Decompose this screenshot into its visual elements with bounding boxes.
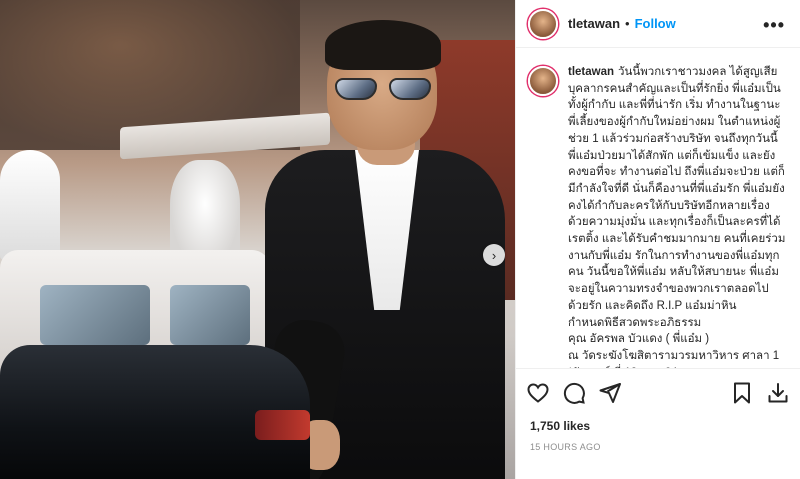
post-actions-section: 1,750 likes 15 HOURS AGO [516,368,800,479]
hair [325,20,441,70]
caption-section: tletawan วันนี้พวกเราชาวมงคล ได้สูญเสียบุ… [516,48,800,368]
post-timestamp[interactable]: 15 HOURS AGO [530,442,601,452]
car-taillight [255,410,310,440]
background-tower [0,150,60,260]
comment-icon[interactable] [562,381,588,407]
vehicle-window [170,285,250,345]
download-icon[interactable] [766,381,792,407]
avatar[interactable] [528,8,558,39]
caption-text: วันนี้พวกเราชาวมงคล ได้สูญเสียบุคลากรคนส… [568,66,786,368]
post-header: tletawan • Follow ••• [516,0,800,48]
vehicle-window [40,285,150,345]
post-photo[interactable]: › [0,0,515,479]
sunglasses [335,78,431,100]
chevron-right-icon[interactable]: › [483,244,505,266]
header-separator: • [625,16,630,31]
caption-username-link[interactable]: tletawan [568,66,614,78]
likes-count[interactable]: 1,750 likes [530,419,590,433]
post-caption: tletawan วันนี้พวกเราชาวมงคล ได้สูญเสียบุ… [568,64,787,368]
paper-plane-icon[interactable] [598,381,624,407]
heart-icon[interactable] [526,381,552,407]
avatar[interactable] [528,66,558,96]
action-bar [526,381,791,407]
sunglasses-lens [335,78,377,100]
post-sidebar: tletawan • Follow ••• tletawan วันนี้พวกเ… [515,0,800,479]
sunglasses-lens [389,78,431,100]
follow-button[interactable]: Follow [635,16,676,31]
more-options-icon[interactable]: ••• [763,15,785,36]
bookmark-icon[interactable] [730,381,756,407]
username-link[interactable]: tletawan [568,16,620,31]
